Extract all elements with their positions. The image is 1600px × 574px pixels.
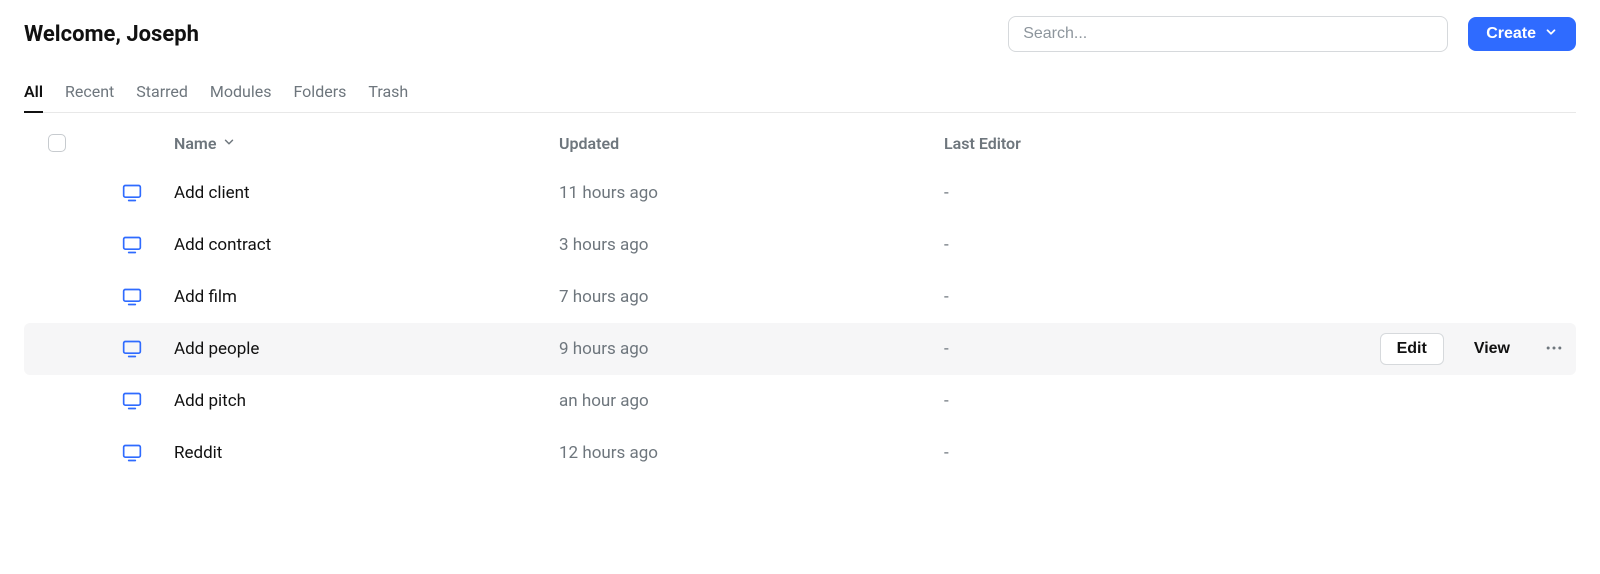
table-row[interactable]: Add pitch an hour ago - Edit View — [24, 375, 1576, 427]
item-updated: 9 hours ago — [559, 339, 944, 359]
column-header-updated[interactable]: Updated — [559, 134, 944, 153]
tab-modules[interactable]: Modules — [210, 76, 272, 113]
item-name: Add pitch — [174, 391, 559, 411]
column-header-last-editor[interactable]: Last Editor — [944, 134, 1279, 153]
chevron-down-icon — [222, 134, 236, 153]
monitor-icon — [122, 287, 142, 307]
monitor-icon — [122, 339, 142, 359]
table-row[interactable]: Add film 7 hours ago - Edit View — [24, 271, 1576, 323]
table-row[interactable]: Add people 9 hours ago - Edit View — [24, 323, 1576, 375]
chevron-down-icon — [1544, 25, 1558, 44]
tabs-bar: All Recent Starred Modules Folders Trash — [24, 76, 1576, 113]
create-button-label: Create — [1486, 25, 1536, 43]
table-row[interactable]: Reddit 12 hours ago - Edit View — [24, 427, 1576, 479]
monitor-icon — [122, 443, 142, 463]
view-button[interactable]: View — [1460, 334, 1524, 364]
table-row[interactable]: Add contract 3 hours ago - Edit View — [24, 219, 1576, 271]
create-button[interactable]: Create — [1468, 17, 1576, 51]
item-editor: - — [944, 287, 1279, 307]
page-title: Welcome, Joseph — [24, 22, 199, 47]
item-updated: 7 hours ago — [559, 287, 944, 307]
tab-all[interactable]: All — [24, 76, 43, 113]
item-name: Add film — [174, 287, 559, 307]
select-all-checkbox[interactable] — [48, 134, 66, 152]
table-header-row: Name Updated Last Editor — [24, 119, 1576, 167]
item-updated: 11 hours ago — [559, 183, 944, 203]
more-horizontal-icon — [1544, 338, 1564, 361]
item-updated: 12 hours ago — [559, 443, 944, 463]
tab-folders[interactable]: Folders — [294, 76, 347, 113]
item-editor: - — [944, 391, 1279, 411]
item-updated: an hour ago — [559, 391, 944, 411]
tab-trash[interactable]: Trash — [368, 76, 408, 113]
item-updated: 3 hours ago — [559, 235, 944, 255]
item-name: Add client — [174, 183, 559, 203]
monitor-icon — [122, 391, 142, 411]
search-input[interactable] — [1008, 16, 1448, 52]
edit-button[interactable]: Edit — [1380, 333, 1444, 365]
more-button[interactable] — [1540, 335, 1568, 363]
monitor-icon — [122, 183, 142, 203]
monitor-icon — [122, 235, 142, 255]
tab-starred[interactable]: Starred — [136, 76, 188, 113]
item-name: Add people — [174, 339, 559, 359]
table-row[interactable]: Add client 11 hours ago - Edit View — [24, 167, 1576, 219]
item-editor: - — [944, 183, 1279, 203]
item-editor: - — [944, 235, 1279, 255]
item-editor: - — [944, 339, 1279, 359]
column-header-name[interactable]: Name — [174, 134, 236, 153]
column-header-name-label: Name — [174, 134, 216, 153]
item-name: Add contract — [174, 235, 559, 255]
item-editor: - — [944, 443, 1279, 463]
item-name: Reddit — [174, 443, 559, 463]
items-table: Name Updated Last Editor Add client 11 h… — [24, 119, 1576, 479]
tab-recent[interactable]: Recent — [65, 76, 114, 113]
